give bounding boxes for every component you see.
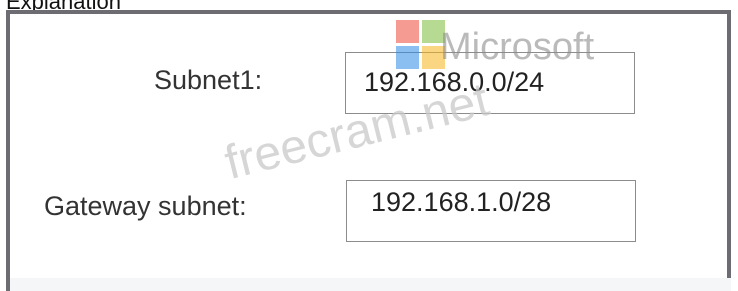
panel-bottom-edge <box>6 278 731 291</box>
gateway-subnet-field[interactable]: 192.168.1.0/28 <box>346 180 636 242</box>
subnet1-label: Subnet1: <box>154 65 263 95</box>
gateway-subnet-label: Gateway subnet: <box>44 191 247 221</box>
gateway-subnet-value: 192.168.1.0/28 <box>371 187 552 217</box>
subnet-config-panel: Subnet1: 192.168.0.0/24 Gateway subnet: … <box>6 10 731 280</box>
subnet1-field[interactable]: 192.168.0.0/24 <box>345 52 635 114</box>
subnet1-value: 192.168.0.0/24 <box>364 67 545 97</box>
